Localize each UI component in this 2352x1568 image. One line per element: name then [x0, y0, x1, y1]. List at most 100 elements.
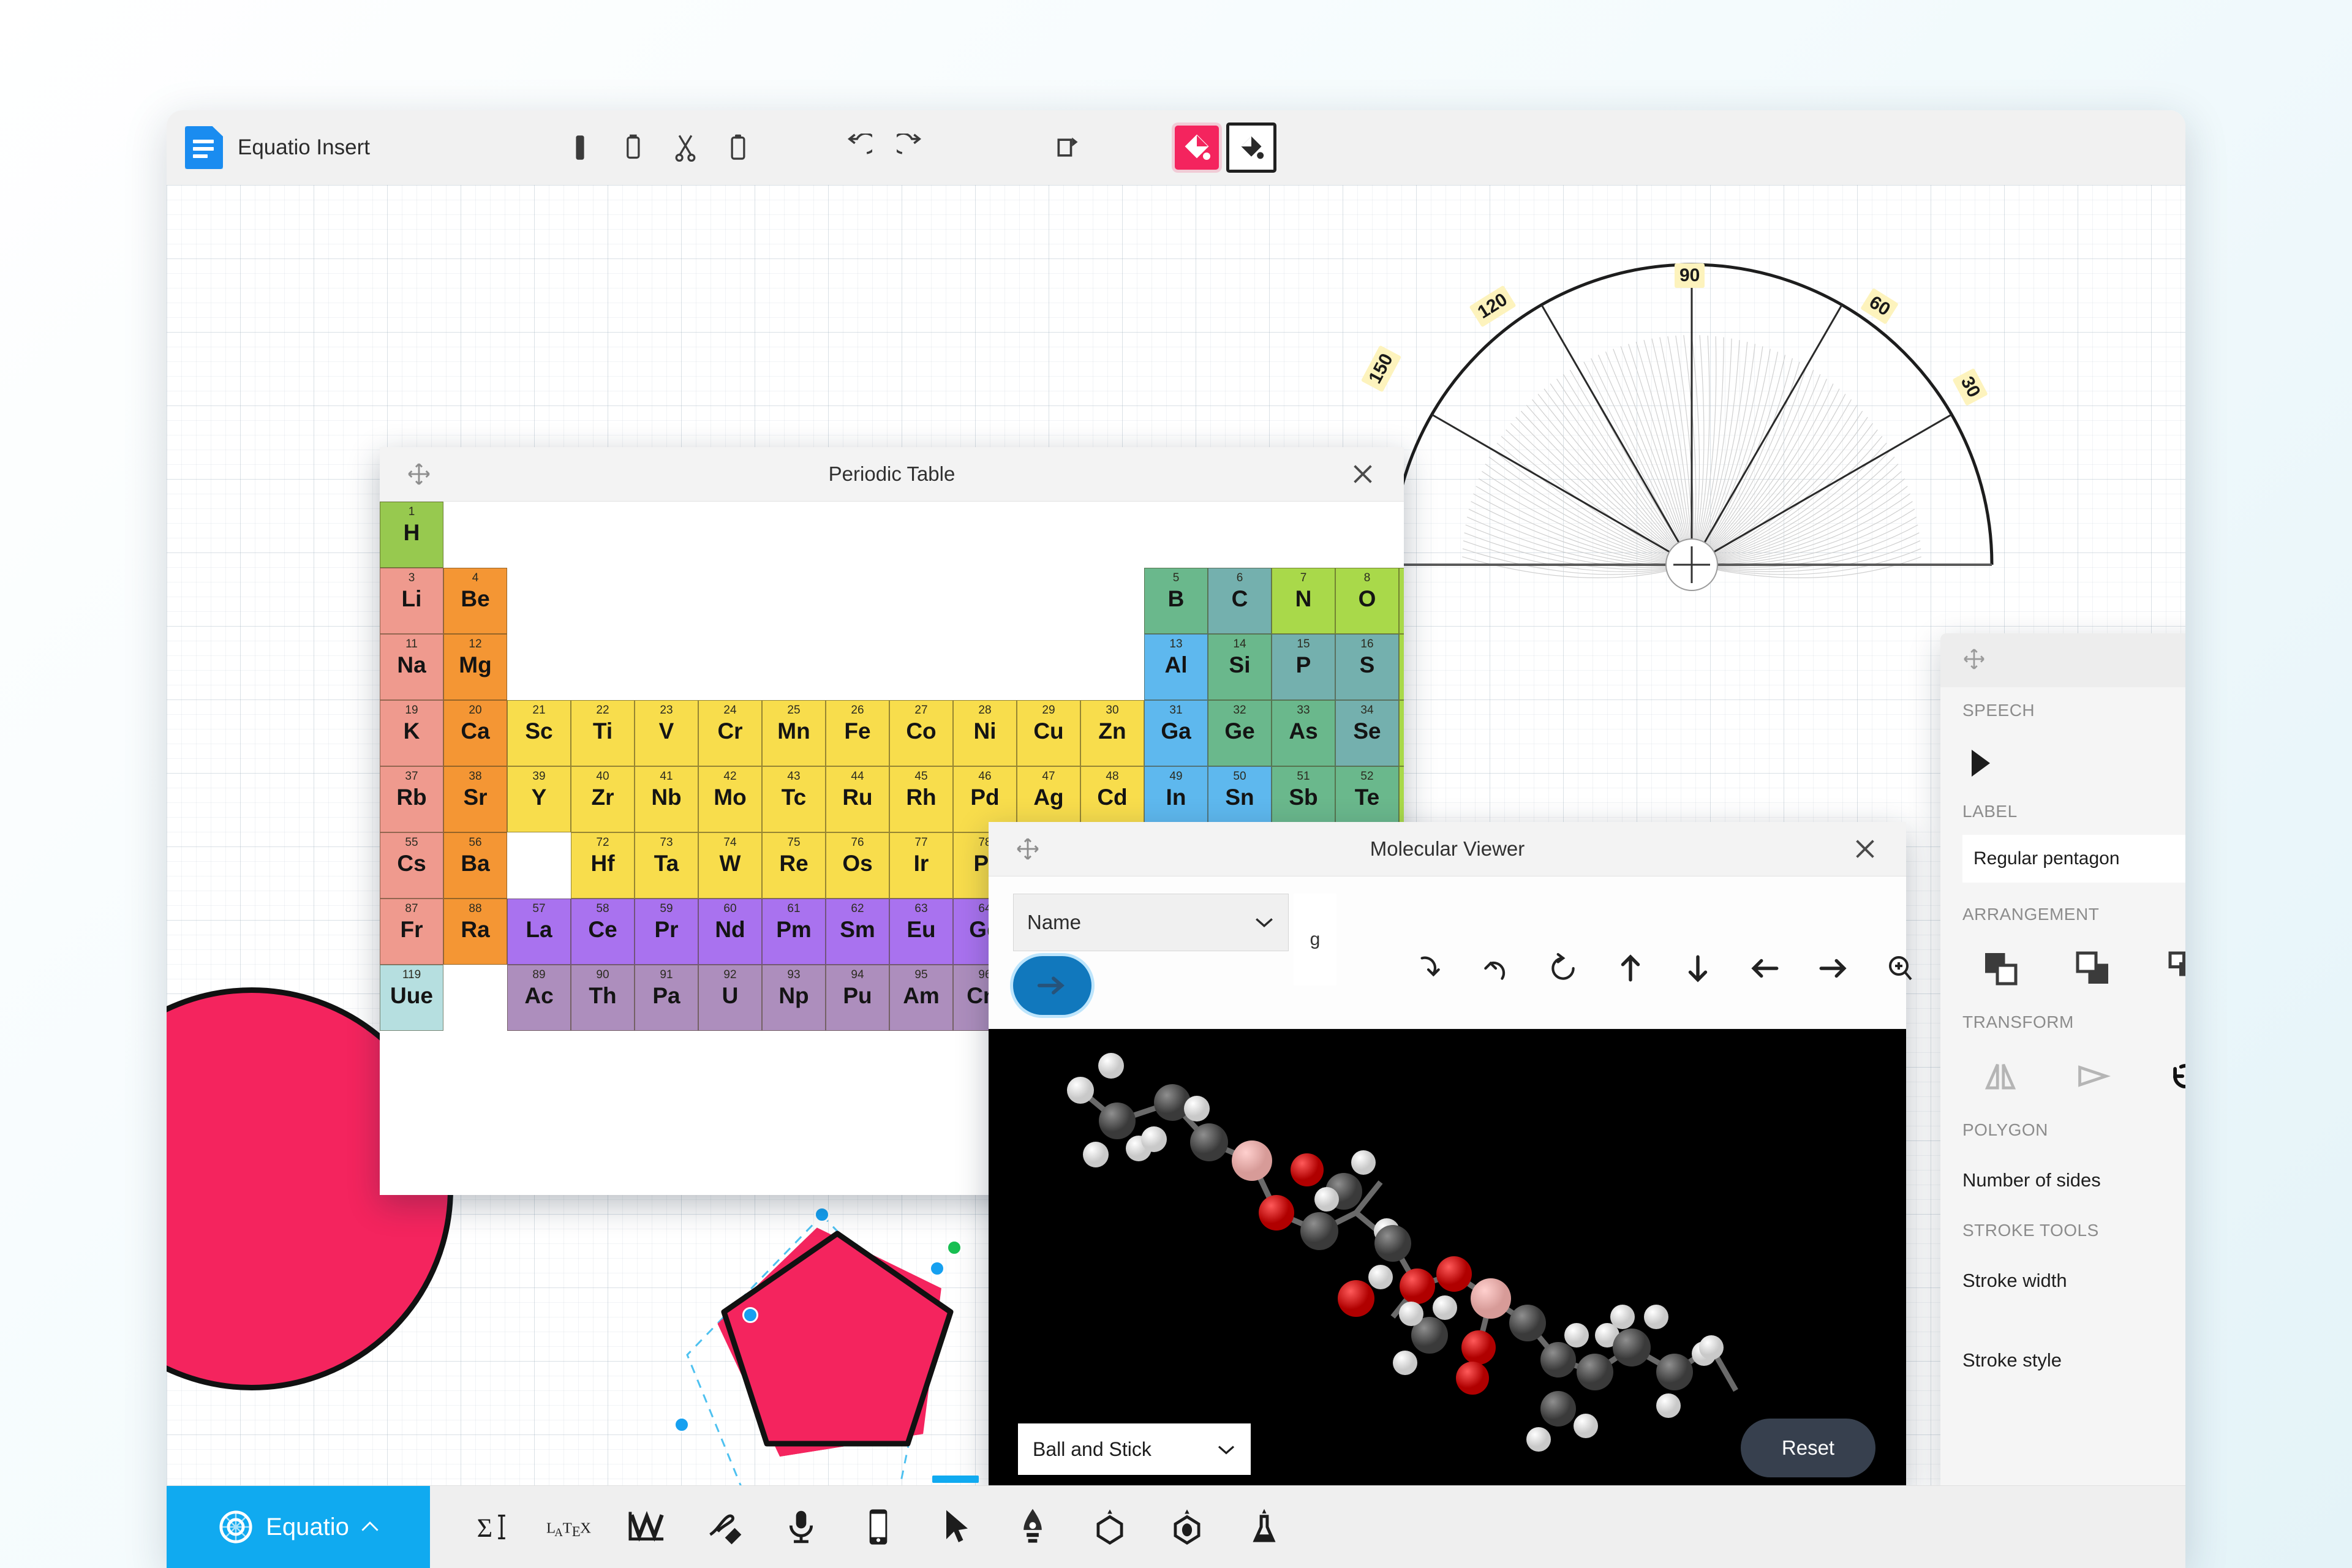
element-cell[interactable]: 43 Tc — [762, 766, 826, 832]
pointer-icon[interactable] — [927, 1476, 984, 1555]
element-cell[interactable]: 27 Co — [889, 700, 953, 766]
element-cell[interactable]: 14 Si — [1208, 634, 1272, 700]
element-cell[interactable]: 92 U — [698, 965, 762, 1031]
element-cell[interactable]: 15 P — [1272, 634, 1335, 700]
element-cell[interactable]: 8O — [1335, 568, 1399, 634]
fill-color-button[interactable] — [1174, 126, 1219, 170]
molecule-icon[interactable] — [1159, 1499, 1215, 1555]
element-cell[interactable]: 41 Nb — [635, 766, 698, 832]
element-cell[interactable]: 40 Zr — [571, 766, 635, 832]
element-cell[interactable]: 77 Ir — [889, 832, 953, 899]
section-speech[interactable]: SPEECH — [1940, 687, 2185, 734]
element-cell[interactable]: 17Cl — [1399, 634, 1404, 700]
reset-button[interactable]: Reset — [1741, 1419, 1875, 1477]
element-cell[interactable]: 26 Fe — [826, 700, 889, 766]
element-cell[interactable]: 11 Na — [380, 634, 443, 700]
element-cell[interactable]: 19 K — [380, 700, 443, 766]
element-cell[interactable]: 59 Pr — [635, 899, 698, 965]
microphone-icon[interactable] — [773, 1499, 829, 1555]
element-cell[interactable]: 90 Th — [571, 965, 635, 1031]
spin-icon[interactable] — [1546, 951, 1580, 986]
element-cell[interactable]: 44 Ru — [826, 766, 889, 832]
element-cell[interactable]: 60 Nd — [698, 899, 762, 965]
section-label[interactable]: LABEL — [1940, 788, 2185, 835]
close-icon[interactable] — [1349, 460, 1377, 488]
delete-icon[interactable] — [554, 121, 606, 174]
element-cell[interactable]: 119 Uue — [380, 965, 443, 1031]
label-input[interactable]: Regular pentagon — [1962, 835, 2185, 883]
move-icon[interactable] — [1962, 647, 1986, 674]
element-cell[interactable]: 63 Eu — [889, 899, 953, 965]
element-cell[interactable]: 57 La — [507, 899, 571, 965]
arrow-down-icon[interactable] — [1681, 951, 1715, 986]
equation-editor-icon[interactable]: Σ — [464, 1499, 521, 1555]
element-cell[interactable]: 91 Pa — [635, 965, 698, 1031]
arrow-up-icon[interactable] — [1613, 951, 1648, 986]
element-cell[interactable]: 12 Mg — [443, 634, 507, 700]
element-cell[interactable]: 16 S — [1335, 634, 1399, 700]
element-cell[interactable]: 76 Os — [826, 832, 889, 899]
rotate-handle[interactable] — [946, 1240, 962, 1256]
element-cell[interactable]: 42 Mo — [698, 766, 762, 832]
section-arrangement[interactable]: ARRANGEMENT — [1940, 891, 2185, 938]
element-cell[interactable]: 62 Sm — [826, 899, 889, 965]
rotate-left-icon[interactable] — [2163, 1054, 2185, 1098]
element-cell[interactable]: 7N — [1272, 568, 1335, 634]
section-transform[interactable]: TRANSFORM — [1940, 999, 2185, 1046]
element-cell[interactable]: 37 Rb — [380, 766, 443, 832]
element-cell[interactable]: 22 Ti — [571, 700, 635, 766]
element-cell[interactable]: 9F — [1399, 568, 1404, 634]
latex-icon[interactable]: LATEX — [541, 1499, 598, 1555]
speech-play-button[interactable] — [1940, 734, 2185, 788]
selection-handle[interactable] — [814, 1207, 830, 1223]
element-cell[interactable]: 33 As — [1272, 700, 1335, 766]
mobile-icon[interactable] — [850, 1499, 907, 1555]
protractor-shape[interactable]: 150 120 90 60 30 — [1360, 258, 2016, 601]
element-cell[interactable]: 32 Ge — [1208, 700, 1272, 766]
element-cell[interactable]: 1H — [380, 502, 443, 568]
element-cell[interactable]: 74 W — [698, 832, 762, 899]
element-cell[interactable]: 31 Ga — [1144, 700, 1208, 766]
close-icon[interactable] — [1851, 835, 1879, 863]
equatio-menu-button[interactable]: Equatio — [167, 1486, 430, 1568]
molecule-3d-stage[interactable]: Ball and Stick Reset — [989, 1029, 1906, 1486]
element-cell[interactable]: 75 Re — [762, 832, 826, 899]
element-cell[interactable]: 94 Pu — [826, 965, 889, 1031]
undo-icon[interactable] — [832, 121, 884, 174]
zoom-in-icon[interactable] — [1883, 951, 1917, 986]
section-stroke-tools[interactable]: STROKE TOOLS — [1940, 1207, 2185, 1254]
flask-icon[interactable] — [1236, 1499, 1292, 1555]
arrow-left-icon[interactable] — [1748, 951, 1782, 986]
element-cell[interactable]: 45 Rh — [889, 766, 953, 832]
element-cell[interactable]: 21 Sc — [507, 700, 571, 766]
polygon-icon[interactable] — [1082, 1499, 1138, 1555]
element-cell[interactable]: 20 Ca — [443, 700, 507, 766]
flip-horizontal-icon[interactable] — [1978, 1054, 2022, 1098]
element-cell[interactable]: 13 Al — [1144, 634, 1208, 700]
edit-shape-icon[interactable] — [1041, 121, 1094, 174]
search-submit-button[interactable] — [1013, 956, 1091, 1015]
render-mode-select[interactable]: Ball and Stick — [1018, 1423, 1251, 1475]
element-cell[interactable]: 93 Np — [762, 965, 826, 1031]
element-cell[interactable]: 89 Ac — [507, 965, 571, 1031]
paste-icon[interactable] — [712, 121, 764, 174]
element-cell[interactable]: 34 Se — [1335, 700, 1399, 766]
copy-icon[interactable] — [606, 121, 659, 174]
rotate-up-icon[interactable] — [1479, 951, 1513, 986]
selection-handle[interactable] — [674, 1417, 690, 1433]
element-cell[interactable]: 28 Ni — [953, 700, 1017, 766]
element-cell[interactable]: 29 Cu — [1017, 700, 1080, 766]
element-cell[interactable]: 88 Ra — [443, 899, 507, 965]
cut-icon[interactable] — [659, 121, 712, 174]
element-cell[interactable]: 4 Be — [443, 568, 507, 634]
drawing-canvas[interactable]: 150 120 90 60 30 Periodic Table 1 H 3 Li… — [167, 185, 2185, 1486]
element-cell[interactable]: 38 Sr — [443, 766, 507, 832]
element-cell[interactable]: 30 Zn — [1080, 700, 1144, 766]
element-cell[interactable]: 61 Pm — [762, 899, 826, 965]
arrow-right-icon[interactable] — [1815, 951, 1850, 986]
redo-icon[interactable] — [884, 121, 937, 174]
pen-nib-icon[interactable] — [1005, 1499, 1061, 1555]
flip-vertical-icon[interactable] — [2071, 1054, 2115, 1098]
element-cell[interactable]: 72 Hf — [571, 832, 635, 899]
element-cell[interactable]: 58 Ce — [571, 899, 635, 965]
